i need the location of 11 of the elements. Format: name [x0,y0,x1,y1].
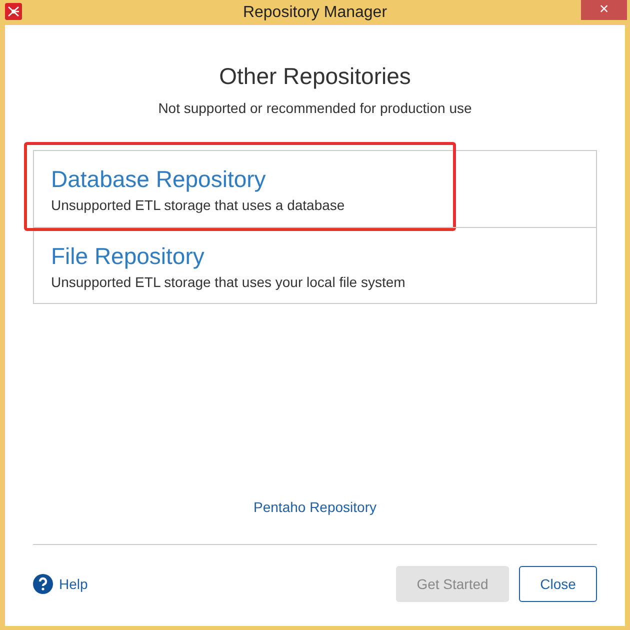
repository-option[interactable]: File Repository Unsupported ETL storage that uses your local file system [34,226,596,302]
heading: Other Repositories [219,62,411,91]
help-link[interactable]: Help [59,574,88,594]
help-icon[interactable] [33,574,53,594]
window-title: Repository Manager [242,2,388,22]
subheading: Not supported or recommended for production use [158,98,472,118]
action-button[interactable]: Close [519,566,597,602]
close-button[interactable]: × [581,0,627,20]
repository-option[interactable]: Database Repository Unsupported ETL storage that uses a database [34,150,596,226]
pentaho-repository-link[interactable]: Pentaho Repository [254,497,376,518]
app-icon [5,3,22,20]
